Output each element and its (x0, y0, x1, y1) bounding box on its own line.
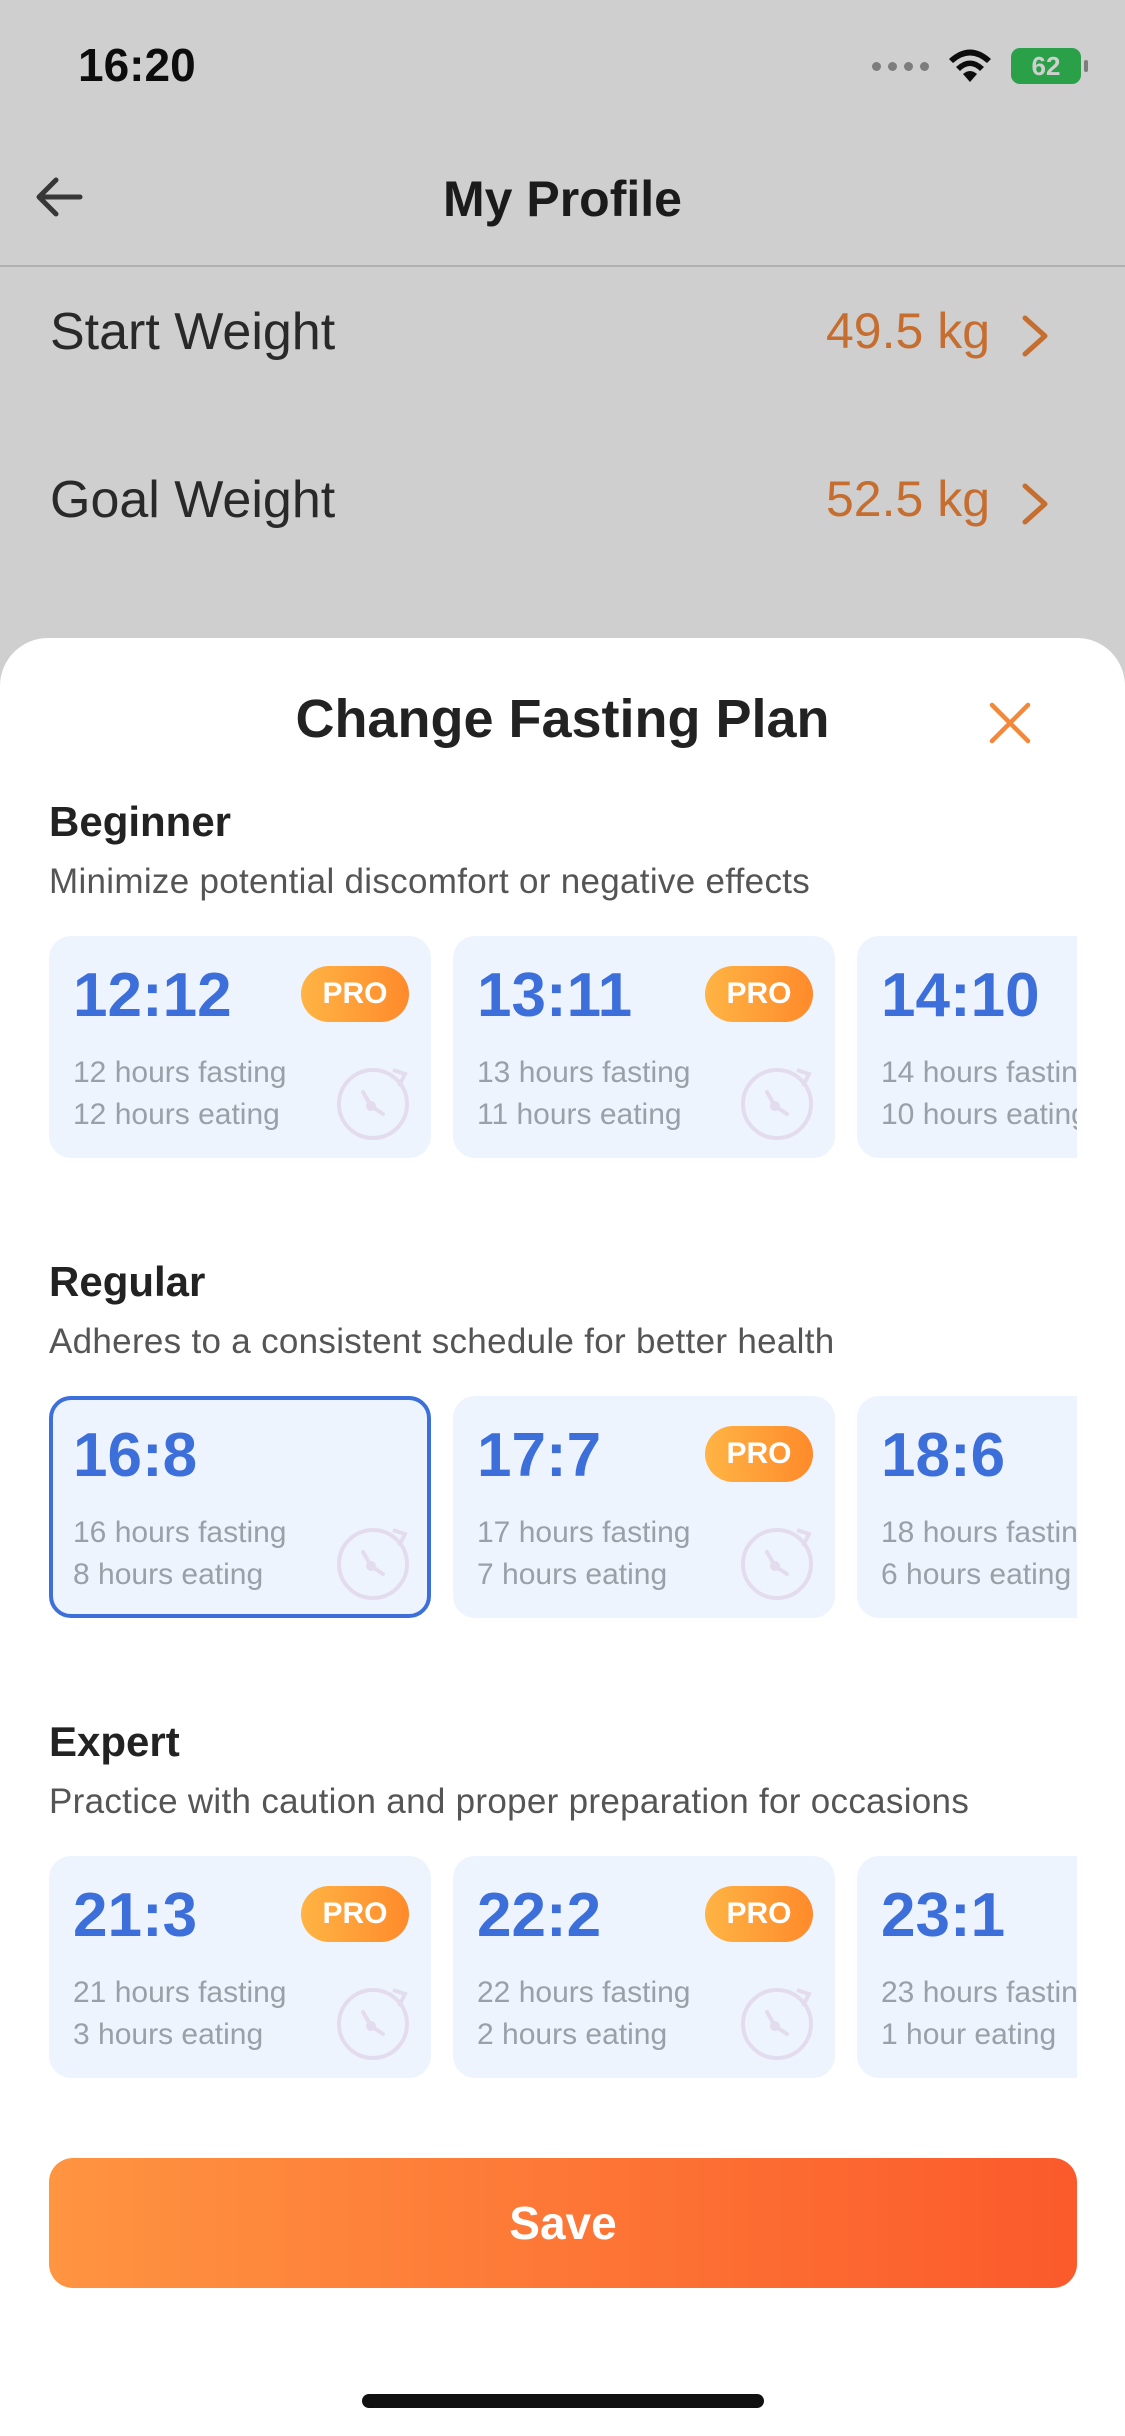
screen: 16:20 62 My Profile Start Weight 49.5 kg… (0, 0, 1125, 2436)
pro-badge: PRO (705, 1426, 813, 1482)
section-subtitle: Practice with caution and proper prepara… (49, 1782, 970, 1821)
clock-icon (741, 1528, 813, 1600)
pro-badge: PRO (705, 1886, 813, 1942)
section-regular: Regular Adheres to a consistent schedule… (0, 1258, 1125, 1658)
plan-ratio: 22:2 (477, 1881, 602, 1950)
pro-badge: PRO (301, 1886, 409, 1942)
plan-cards-scroller[interactable]: 12:12 PRO 12 hours fasting 12 hours eati… (49, 936, 1077, 1158)
plan-ratio: 12:12 (73, 961, 232, 1030)
eating-hours: 6 hours eating (881, 1558, 1072, 1591)
fasting-hours: 14 hours fasting (881, 1056, 1077, 1089)
plan-card-13-11[interactable]: 13:11 PRO 13 hours fasting 11 hours eati… (453, 936, 835, 1158)
clock-icon (741, 1068, 813, 1140)
section-subtitle: Adheres to a consistent schedule for bet… (49, 1322, 835, 1361)
plan-cards-scroller[interactable]: 16:8 16 hours fasting 8 hours eating 17:… (49, 1396, 1077, 1618)
eating-hours: 2 hours eating (477, 2018, 668, 2051)
eating-hours: 11 hours eating (477, 1098, 682, 1131)
plan-ratio: 23:1 (881, 1881, 1006, 1950)
plan-card-16-8[interactable]: 16:8 16 hours fasting 8 hours eating (49, 1396, 431, 1618)
eating-hours: 12 hours eating (73, 1098, 280, 1131)
clock-icon (337, 1988, 409, 2060)
sheet-title: Change Fasting Plan (295, 689, 830, 749)
save-button[interactable]: Save (49, 2158, 1077, 2288)
fasting-hours: 12 hours fasting (73, 1056, 287, 1089)
eating-hours: 3 hours eating (73, 2018, 264, 2051)
fasting-hours: 22 hours fasting (477, 1976, 691, 2009)
fasting-hours: 18 hours fasting (881, 1516, 1077, 1549)
plan-card-22-2[interactable]: 22:2 PRO 22 hours fasting 2 hours eating (453, 1856, 835, 2078)
change-fasting-plan-sheet: Change Fasting Plan Beginner Minimize po… (0, 638, 1125, 2436)
eating-hours: 1 hour eating (881, 2018, 1057, 2051)
close-icon[interactable] (985, 698, 1035, 748)
clock-icon (337, 1068, 409, 1140)
plan-ratio: 13:11 (477, 961, 633, 1030)
plan-card-23-1[interactable]: 23:1 23 hours fasting 1 hour eating (857, 1856, 1077, 2078)
plan-card-17-7[interactable]: 17:7 PRO 17 hours fasting 7 hours eating (453, 1396, 835, 1618)
section-title: Regular (49, 1258, 206, 1305)
plan-ratio: 17:7 (477, 1421, 602, 1490)
plan-ratio: 16:8 (73, 1421, 198, 1490)
fasting-hours: 13 hours fasting (477, 1056, 691, 1089)
eating-hours: 7 hours eating (477, 1558, 668, 1591)
fasting-hours: 21 hours fasting (73, 1976, 287, 2009)
section-beginner: Beginner Minimize potential discomfort o… (0, 798, 1125, 1198)
section-subtitle: Minimize potential discomfort or negativ… (49, 862, 811, 901)
section-title: Expert (49, 1718, 180, 1765)
plan-ratio: 14:10 (881, 961, 1040, 1030)
fasting-hours: 17 hours fasting (477, 1516, 691, 1549)
modal-backdrop[interactable] (0, 0, 1125, 700)
fasting-hours: 16 hours fasting (73, 1516, 287, 1549)
plan-cards-scroller[interactable]: 21:3 PRO 21 hours fasting 3 hours eating… (49, 1856, 1077, 2078)
plan-card-21-3[interactable]: 21:3 PRO 21 hours fasting 3 hours eating (49, 1856, 431, 2078)
eating-hours: 10 hours eating (881, 1098, 1077, 1131)
plan-card-14-10[interactable]: 14:10 14 hours fasting 10 hours eating (857, 936, 1077, 1158)
fasting-hours: 23 hours fasting (881, 1976, 1077, 2009)
clock-icon (741, 1988, 813, 2060)
pro-badge: PRO (301, 966, 409, 1022)
eating-hours: 8 hours eating (73, 1558, 264, 1591)
home-indicator[interactable] (362, 2394, 764, 2408)
section-title: Beginner (49, 798, 232, 845)
section-expert: Expert Practice with caution and proper … (0, 1718, 1125, 2118)
plan-ratio: 18:6 (881, 1421, 1006, 1490)
pro-badge: PRO (705, 966, 813, 1022)
clock-icon (337, 1528, 409, 1600)
plan-card-12-12[interactable]: 12:12 PRO 12 hours fasting 12 hours eati… (49, 936, 431, 1158)
plan-ratio: 21:3 (73, 1881, 198, 1950)
plan-card-18-6[interactable]: 18:6 18 hours fasting 6 hours eating (857, 1396, 1077, 1618)
